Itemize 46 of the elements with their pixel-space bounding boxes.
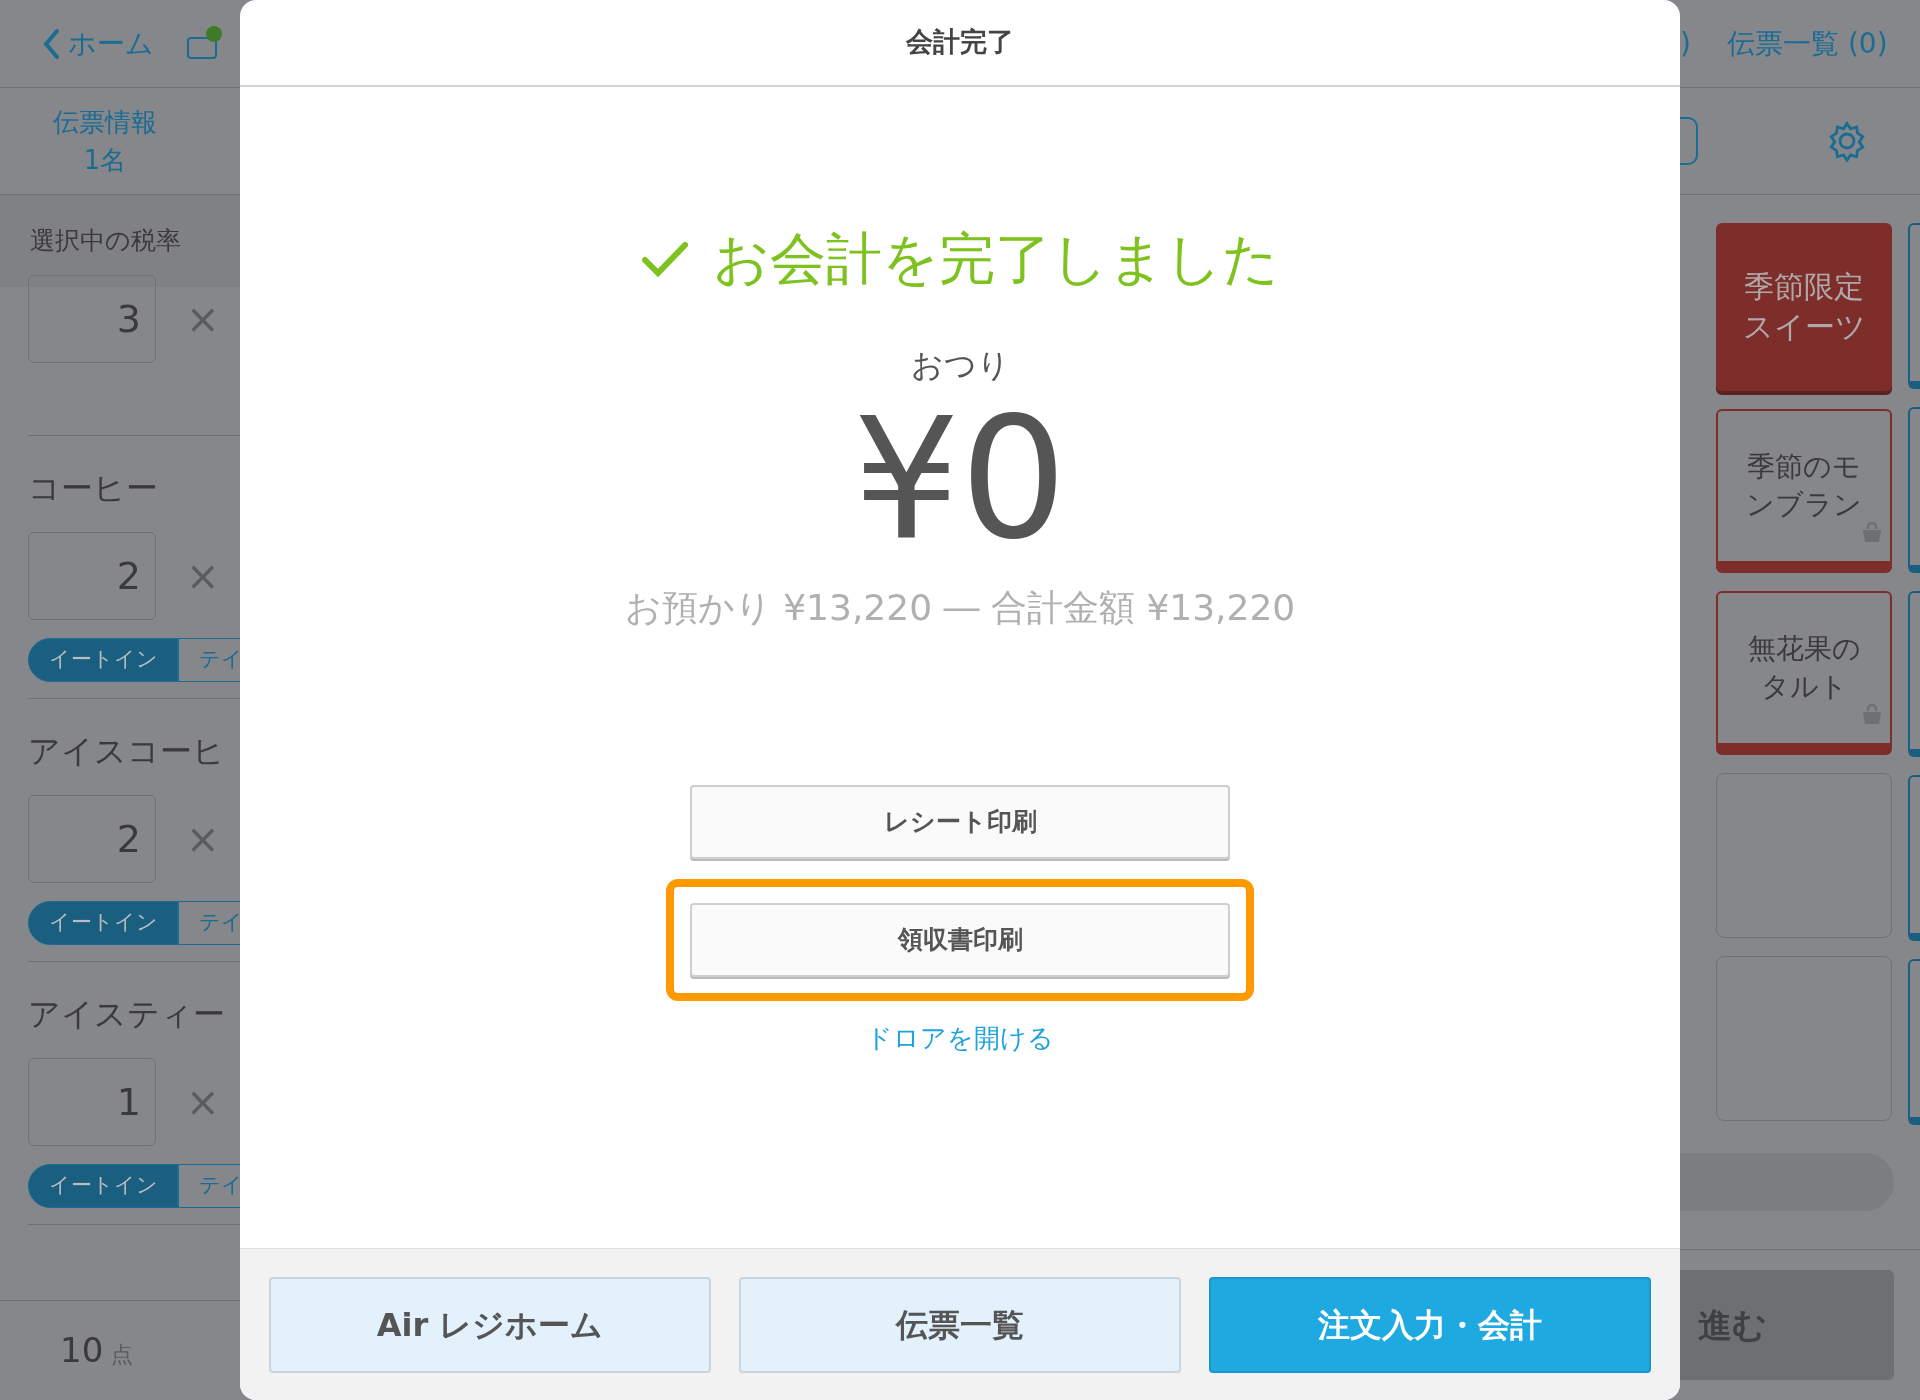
payment-summary: お預かり ¥13,220 ― 合計金額 ¥13,220 [624, 586, 1296, 630]
tile-edge[interactable] [1908, 959, 1920, 1125]
dining-mode-tab[interactable]: テイ [178, 638, 240, 682]
item-name: コーヒー [28, 468, 159, 509]
quantity-field[interactable]: 3 [28, 275, 156, 363]
open-drawer-link[interactable]: ドロアを開ける [866, 1019, 1054, 1058]
tile-edge[interactable] [1908, 775, 1920, 941]
remove-icon[interactable]: × [186, 546, 220, 606]
menu-item-tile[interactable]: 無花果のタルト [1716, 591, 1892, 755]
tile-edge[interactable] [1908, 223, 1920, 389]
toolbar-button-edge[interactable] [1680, 117, 1698, 165]
ticket-list-link[interactable]: 伝票一覧 (0) [1727, 22, 1888, 65]
tile-edge[interactable] [1908, 591, 1920, 757]
change-amount: ¥0 [853, 389, 1067, 569]
menu-item-tile[interactable]: 季節のモンブラン [1716, 409, 1892, 573]
quantity-field[interactable]: 2 [28, 795, 156, 883]
dining-mode-tab[interactable]: テイ [178, 1164, 240, 1208]
item-name: アイスティー [28, 994, 226, 1035]
tile-edge[interactable] [1908, 407, 1920, 573]
dining-mode-tab[interactable]: イートイン [28, 638, 178, 682]
back-chevron-icon[interactable] [42, 27, 60, 60]
settings-icon[interactable] [1826, 120, 1868, 162]
dining-mode-tab[interactable]: イートイン [28, 1164, 178, 1208]
footer-button[interactable]: 注文入力・会計 [1209, 1276, 1651, 1373]
item-count: 10 [60, 1329, 104, 1372]
item-name: アイスコーヒ [28, 731, 226, 772]
footer-button[interactable]: 伝票一覧 [739, 1276, 1181, 1373]
home-link[interactable]: ホーム [68, 22, 154, 65]
remove-icon[interactable]: × [186, 1072, 220, 1132]
dialog-title: 会計完了 [906, 25, 1014, 60]
bag-icon [1860, 521, 1884, 545]
remove-icon[interactable]: × [186, 289, 220, 349]
change-label: おつり [910, 345, 1010, 386]
print-button[interactable]: 領収書印刷 [690, 903, 1230, 977]
footer-button[interactable]: Air レジホーム [269, 1276, 711, 1373]
quantity-field[interactable]: 2 [28, 532, 156, 620]
dining-mode-tab[interactable]: テイ [178, 901, 240, 945]
dining-mode-tab[interactable]: イートイン [28, 901, 178, 945]
print-button[interactable]: レシート印刷 [690, 785, 1230, 859]
check-icon [641, 240, 689, 278]
remove-icon[interactable]: × [186, 809, 220, 869]
header-link-fragment[interactable]: ) [1680, 22, 1720, 65]
completion-message: お会計を完了しました [713, 225, 1279, 293]
quantity-field[interactable]: 1 [28, 1058, 156, 1146]
bag-icon [1860, 703, 1884, 727]
tax-rate-label: 選択中の税率 [30, 225, 181, 258]
